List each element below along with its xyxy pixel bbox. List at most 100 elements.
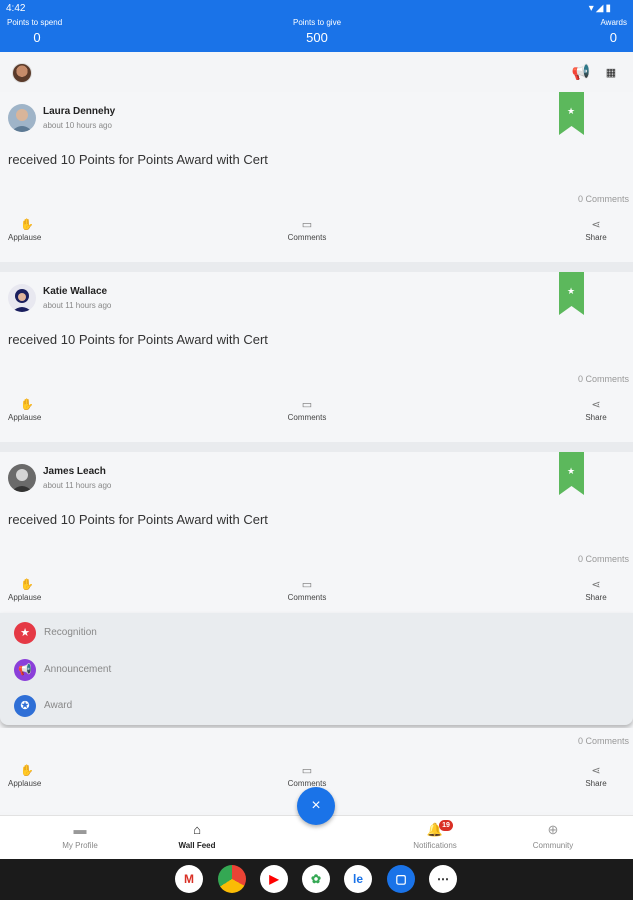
svg-text:★: ★ — [567, 107, 575, 117]
post-time: about 11 hours ago — [43, 301, 112, 310]
home-icon: ⌂ — [193, 822, 201, 837]
nav-label: Community — [532, 841, 574, 850]
feed-header: 📢 ▦ — [0, 52, 633, 92]
nav-notifications[interactable]: 🔔 19 Notifications — [402, 820, 468, 850]
award-ribbon-icon: ★ — [559, 92, 584, 135]
card-divider — [0, 442, 633, 452]
star-icon: ★ — [14, 622, 36, 644]
awards-value: 0 — [609, 30, 617, 45]
share-label: Share — [585, 593, 607, 602]
applause-button[interactable]: ✋ Applause — [8, 398, 41, 422]
app-icon[interactable]: le — [344, 865, 372, 893]
comments-count[interactable]: 0 Comments — [578, 194, 629, 204]
post-time: about 11 hours ago — [43, 481, 112, 490]
points-to-give[interactable]: Points to give 500 — [285, 18, 349, 45]
youtube-icon[interactable]: ▶ — [260, 865, 288, 893]
comments-count[interactable]: 0 Comments — [578, 554, 629, 564]
status-time: 4:42 — [6, 3, 26, 14]
megaphone-icon[interactable]: 📢 — [568, 62, 594, 84]
post-message: received 10 Points for Points Award with… — [8, 332, 268, 347]
applause-label: Applause — [8, 233, 42, 242]
feed-card: James Leach about 11 hours ago ★ receive… — [0, 452, 633, 622]
applause-label: Applause — [8, 413, 42, 422]
awards-label: Awards — [600, 18, 627, 27]
applause-icon: ✋ — [20, 579, 34, 591]
share-button[interactable]: ⋖ Share — [582, 764, 610, 788]
menu-item-label: Award — [44, 700, 73, 711]
comments-label: Comments — [287, 593, 327, 602]
author-name[interactable]: Katie Wallace — [43, 286, 107, 297]
megaphone-icon: 📢 — [14, 659, 36, 681]
photos-icon[interactable]: ✿ — [302, 865, 330, 893]
comment-icon: ▭ — [301, 765, 313, 777]
avatar[interactable] — [8, 104, 36, 132]
menu-item-label: Recognition — [44, 627, 97, 638]
close-menu-button[interactable]: × — [297, 787, 335, 825]
feed-card: Katie Wallace about 11 hours ago ★ recei… — [0, 272, 633, 442]
comments-count[interactable]: 0 Comments — [578, 374, 629, 384]
applause-label: Applause — [8, 593, 42, 602]
award-ribbon-icon: ★ — [559, 272, 584, 315]
chrome-icon[interactable] — [218, 865, 246, 893]
comment-icon: ▭ — [301, 399, 313, 411]
share-label: Share — [585, 233, 607, 242]
nav-my-profile[interactable]: ▬ My Profile — [54, 822, 106, 850]
share-label: Share — [585, 413, 607, 422]
share-icon: ⋖ — [591, 399, 601, 411]
points-to-spend-label: Points to spend — [7, 18, 63, 27]
svg-text:★: ★ — [567, 467, 575, 477]
comment-icon: ▭ — [301, 579, 313, 591]
system-dock: M ▶ ✿ le ▢ ⋯ — [0, 859, 633, 900]
nav-community[interactable]: ⊕ Community — [522, 822, 584, 850]
nav-label: Notifications — [413, 841, 457, 850]
comments-label: Comments — [287, 233, 327, 242]
applause-icon: ✋ — [20, 219, 34, 231]
nav-label: Wall Feed — [178, 841, 216, 850]
messages-icon[interactable]: ▢ — [387, 865, 415, 893]
avatar[interactable] — [8, 464, 36, 492]
avatar[interactable] — [8, 284, 36, 312]
share-icon: ⋖ — [591, 219, 601, 231]
globe-icon: ⊕ — [547, 822, 559, 837]
points-to-give-value: 500 — [306, 30, 328, 45]
share-icon: ⋖ — [591, 579, 601, 591]
applause-button[interactable]: ✋ Applause — [8, 218, 41, 242]
author-name[interactable]: Laura Dennehy — [43, 106, 115, 117]
comments-button[interactable]: ▭ Comments — [283, 398, 331, 422]
points-to-give-label: Points to give — [292, 18, 342, 27]
points-to-spend[interactable]: Points to spend 0 — [7, 18, 67, 45]
comments-button[interactable]: ▭ Comments — [283, 764, 331, 788]
applause-icon: ✋ — [20, 399, 34, 411]
bell-icon: 🔔 — [426, 822, 444, 837]
share-button[interactable]: ⋖ Share — [582, 578, 610, 602]
share-button[interactable]: ⋖ Share — [582, 398, 610, 422]
app-drawer-icon[interactable]: ⋯ — [429, 865, 457, 893]
award-icon: ✪ — [14, 695, 36, 717]
post-message: received 10 Points for Points Award with… — [8, 512, 268, 527]
create-post-menu: ★ Recognition 📢 Announcement ✪ Award — [0, 613, 633, 725]
notification-badge: 19 — [439, 820, 453, 831]
status-icons: ▾◢▮ — [588, 3, 613, 14]
share-icon: ⋖ — [591, 765, 601, 777]
applause-icon: ✋ — [20, 765, 34, 777]
comments-button[interactable]: ▭ Comments — [283, 218, 331, 242]
comment-icon: ▭ — [301, 219, 313, 231]
post-time: about 10 hours ago — [43, 121, 112, 130]
author-name[interactable]: James Leach — [43, 466, 106, 477]
comments-count[interactable]: 0 Comments — [578, 736, 629, 746]
comments-button[interactable]: ▭ Comments — [283, 578, 331, 602]
post-message: received 10 Points for Points Award with… — [8, 152, 268, 167]
nav-wall-feed[interactable]: ⌂ Wall Feed — [171, 822, 223, 850]
my-avatar[interactable] — [12, 63, 32, 83]
comments-label: Comments — [287, 413, 327, 422]
grid-icon[interactable]: ▦ — [600, 62, 622, 84]
applause-button[interactable]: ✋ Applause — [8, 764, 41, 788]
points-to-spend-value: 0 — [33, 30, 41, 45]
applause-label: Applause — [8, 779, 42, 788]
profile-icon: ▬ — [73, 822, 87, 837]
applause-button[interactable]: ✋ Applause — [8, 578, 41, 602]
gmail-icon[interactable]: M — [175, 865, 203, 893]
awards[interactable]: Awards 0 — [600, 18, 627, 45]
stats-bar: 4:42 ▾◢▮ Points to spend 0 Points to giv… — [0, 0, 633, 52]
share-button[interactable]: ⋖ Share — [582, 218, 610, 242]
